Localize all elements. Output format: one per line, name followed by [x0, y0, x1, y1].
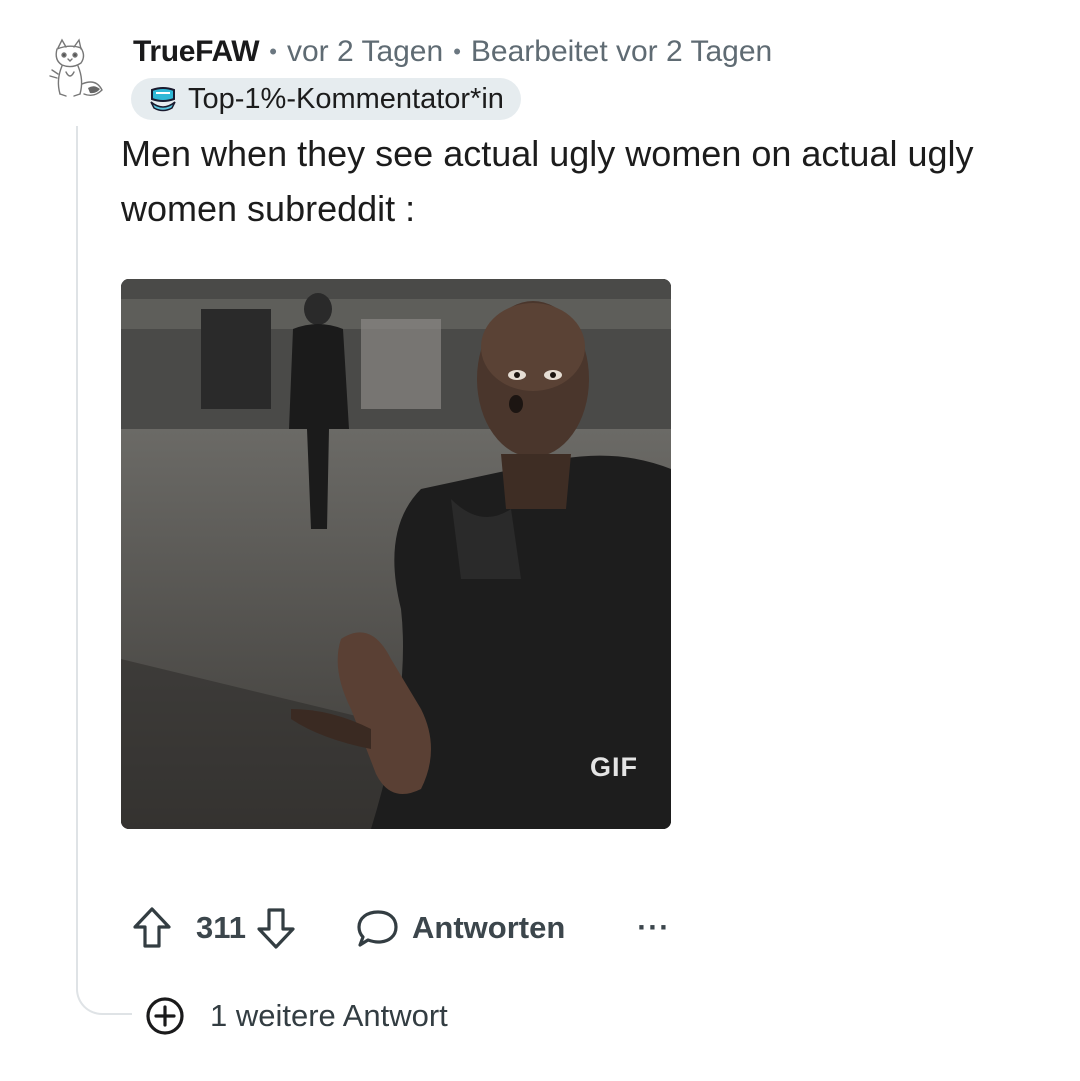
top-commenter-icon	[150, 87, 176, 112]
vote-score: 311	[196, 910, 247, 945]
gif-frame-image	[121, 279, 671, 829]
reply-label: Antworten	[412, 910, 566, 945]
flair-label: Top-1%-Kommentator*in	[188, 82, 504, 115]
arrow-down-outline-icon	[257, 908, 295, 949]
speech-bubble-icon	[357, 910, 398, 947]
arrow-up-outline-icon	[133, 907, 171, 948]
separator-dot: •	[269, 39, 277, 64]
comment-actions: 311 Antworten ···	[130, 900, 670, 956]
plus-circle-icon	[146, 997, 184, 1035]
comment-header: TrueFAW • vor 2 Tagen • Bearbeitet vor 2…	[133, 30, 772, 74]
more-options-button[interactable]: ···	[637, 911, 670, 945]
comment: TrueFAW • vor 2 Tagen • Bearbeitet vor 2…	[0, 0, 1080, 1081]
more-replies-link[interactable]: 1 weitere Antwort	[144, 994, 448, 1038]
posted-time: vor 2 Tagen	[286, 35, 444, 68]
upvote-button[interactable]	[130, 905, 174, 951]
gif-media[interactable]: GIF	[121, 279, 671, 829]
gif-badge: GIF	[590, 752, 638, 782]
downvote-button[interactable]	[254, 905, 298, 951]
user-flair[interactable]: Top-1%-Kommentator*in	[131, 78, 521, 120]
more-replies-label: 1 weitere Antwort	[210, 998, 448, 1033]
edited-time: Bearbeitet vor 2 Tagen	[470, 35, 773, 68]
username-link[interactable]: TrueFAW	[133, 35, 260, 69]
comment-body: Men when they see actual ugly women on a…	[121, 133, 974, 229]
separator-dot: •	[453, 39, 461, 64]
reply-button[interactable]: Antworten	[356, 908, 565, 948]
avatar[interactable]	[44, 36, 108, 102]
